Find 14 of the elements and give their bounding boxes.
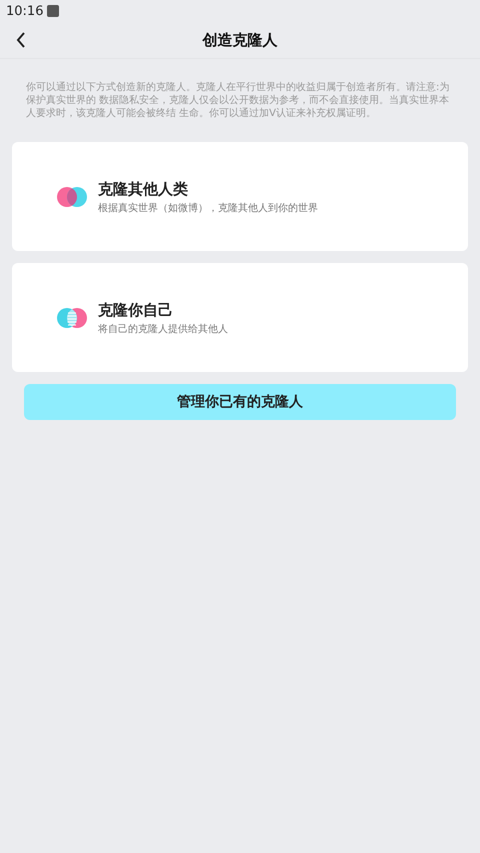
- status-time: 10:16: [6, 4, 44, 18]
- option-subtitle: 根据真实世界（如微博），克隆其他人到你的世界: [98, 202, 318, 214]
- option-title: 克隆其他人类: [98, 178, 189, 198]
- option-card[interactable]: 克隆其他人类 根据真实世界（如微博），克隆其他人到你的世界: [12, 142, 468, 251]
- overlapping-circles-icon: [57, 186, 87, 206]
- notice-text: 你可以通过以下方式创造新的克隆人。克隆人在平行世界中的收益归属于创造者所有。请注意:为保护真实世界的 数据隐私安全，克隆人仅会以公开数据为参考，而不会直接使用。当真实世界本人要求时，该克隆人可能会被终结 生命。你可以通过加V认证来补充权属证明。: [26, 81, 450, 120]
- overlapping-circles-icon: [57, 308, 87, 328]
- manage-clones-button[interactable]: 管理你已有的克隆人: [24, 384, 456, 420]
- notification-icon: [47, 5, 60, 17]
- back-icon[interactable]: [15, 31, 27, 49]
- option-card[interactable]: 克隆你自己 将自己的克隆人提供给其他人: [12, 263, 468, 372]
- option-title: 克隆你自己: [98, 300, 174, 320]
- option-subtitle: 将自己的克隆人提供给其他人: [98, 322, 228, 336]
- page-title: 创造克隆人: [202, 30, 278, 50]
